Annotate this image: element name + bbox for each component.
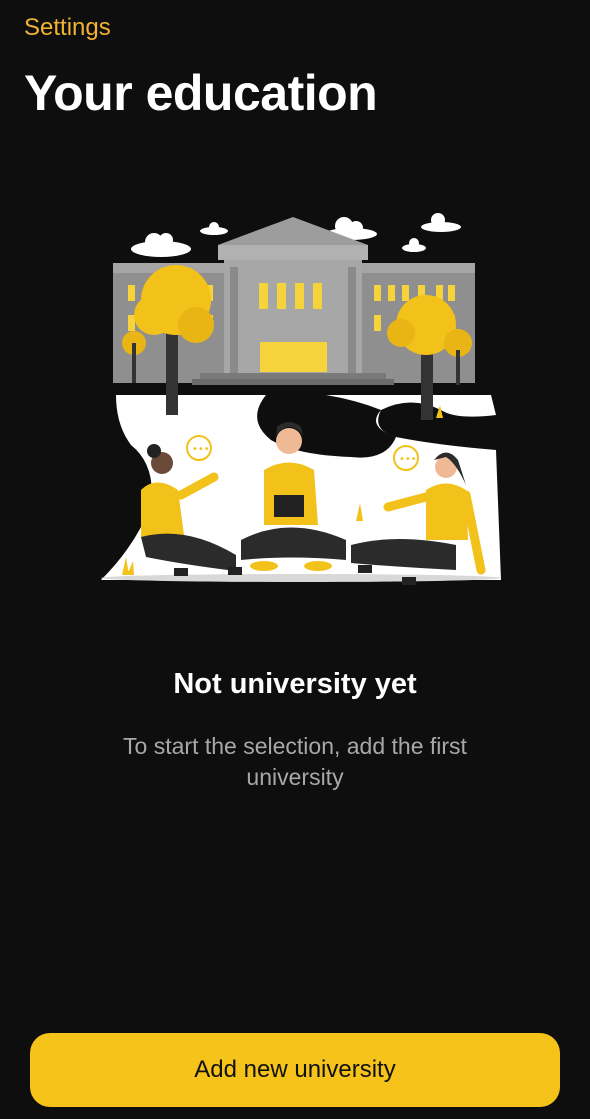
empty-state-title: Not university yet	[173, 668, 417, 700]
svg-text:•••: •••	[399, 454, 417, 465]
add-new-university-button[interactable]: Add new university	[30, 1033, 560, 1107]
back-to-settings-link[interactable]: Settings	[24, 14, 111, 42]
page-title: Your education	[24, 65, 378, 121]
svg-text:•••: •••	[192, 444, 210, 455]
empty-state-subtitle: To start the selection, add the first un…	[123, 733, 467, 790]
students-at-university-illustration: ••• •••	[101, 213, 501, 585]
